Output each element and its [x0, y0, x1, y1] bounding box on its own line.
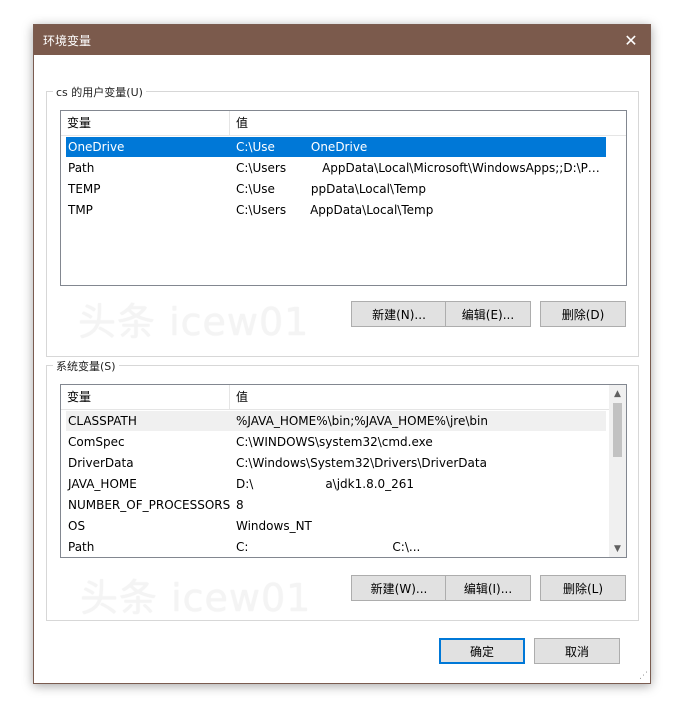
variable-name: ComSpec — [68, 435, 125, 449]
column-header-value[interactable]: 值 — [230, 111, 610, 135]
scroll-thumb[interactable] — [613, 403, 622, 457]
system-edit-button[interactable]: 编辑(I)... — [445, 575, 531, 601]
system-list-header: 变量 值 — [61, 385, 609, 410]
table-row[interactable]: DriverData C:\Windows\System32\Drivers\Dr… — [66, 453, 606, 473]
table-row[interactable]: OneDrive C:\Use OneDrive — [66, 137, 606, 157]
column-header-value[interactable]: 值 — [230, 385, 610, 409]
ok-button[interactable]: 确定 — [439, 638, 525, 664]
variable-value: C:\Users AppData\Local\Temp — [236, 203, 434, 217]
variable-value: C:\WINDOWS\system32\cmd.exe — [236, 435, 433, 449]
user-edit-button[interactable]: 编辑(E)... — [445, 301, 531, 327]
close-icon: ✕ — [624, 30, 638, 50]
variable-name: DriverData — [68, 456, 134, 470]
variable-name: TMP — [68, 203, 93, 217]
scroll-down-icon[interactable]: ▼ — [609, 540, 626, 557]
user-list-header: 变量 值 — [61, 111, 626, 136]
column-header-name[interactable]: 变量 — [61, 111, 230, 135]
system-variables-list[interactable]: 变量 值 CLASSPATH %JAVA_HOME%\bin;%JAVA_HOME… — [60, 384, 627, 558]
table-row[interactable]: JAVA_HOME D:\ a\jdk1.8.0_261 — [66, 474, 606, 494]
cancel-button[interactable]: 取消 — [534, 638, 620, 664]
variable-value: C:\Use ppData\Local\Temp — [236, 182, 426, 196]
column-header-name[interactable]: 变量 — [61, 385, 230, 409]
variable-value: C:\Users AppData\Local\Microsoft\Windows… — [236, 161, 604, 175]
system-new-button[interactable]: 新建(W)... — [351, 575, 447, 601]
resize-grip-icon[interactable]: ⋰ — [639, 671, 648, 681]
variable-value: C:\Use OneDrive — [236, 140, 368, 154]
system-list-scrollbar[interactable]: ▲ ▼ — [609, 385, 626, 557]
user-delete-button[interactable]: 删除(D) — [540, 301, 626, 327]
table-row[interactable]: TEMP C:\Use ppData\Local\Temp — [66, 179, 606, 199]
variable-value: D:\ a\jdk1.8.0_261 — [236, 477, 415, 491]
title-bar[interactable]: 环境变量 ✕ — [34, 25, 650, 55]
table-row[interactable]: NUMBER_OF_PROCESSORS 8 — [66, 495, 606, 515]
variable-name: JAVA_HOME — [68, 477, 137, 491]
variable-value: %JAVA_HOME%\bin;%JAVA_HOME%\jre\bin — [236, 414, 488, 428]
variable-name: Path — [68, 161, 95, 175]
user-new-button[interactable]: 新建(N)... — [351, 301, 447, 327]
table-row[interactable]: CLASSPATH %JAVA_HOME%\bin;%JAVA_HOME%\jre… — [66, 411, 606, 431]
variable-name: CLASSPATH — [68, 414, 137, 428]
table-row[interactable]: OS Windows_NT — [66, 516, 606, 536]
variable-name: NUMBER_OF_PROCESSORS — [68, 498, 231, 512]
variable-value: 8 — [236, 498, 244, 512]
variable-value: Windows_NT — [236, 519, 312, 533]
variable-name: OneDrive — [68, 140, 125, 154]
variable-value: C:\Windows\System32\Drivers\DriverData — [236, 456, 487, 470]
table-row[interactable]: Path C: C:\... — [66, 537, 606, 557]
user-variables-list[interactable]: 变量 值 OneDrive C:\Use OneDrive Path C:\Users… — [60, 110, 627, 286]
user-variables-label: cs 的用户变量(U) — [53, 84, 146, 100]
variable-value: C: C:\... — [236, 540, 421, 554]
watermark: 头条 icew01 — [78, 300, 310, 344]
scroll-up-icon[interactable]: ▲ — [609, 385, 626, 402]
watermark: 头条 icew01 — [80, 576, 312, 620]
table-row[interactable]: Path C:\Users AppData\Local\Microsoft\Win… — [66, 158, 606, 178]
window-title: 环境变量 — [43, 34, 92, 48]
system-delete-button[interactable]: 删除(L) — [540, 575, 626, 601]
system-variables-label: 系统变量(S) — [53, 358, 119, 374]
table-row[interactable]: ComSpec C:\WINDOWS\system32\cmd.exe — [66, 432, 606, 452]
variable-name: OS — [68, 519, 86, 533]
variable-name: TEMP — [68, 182, 101, 196]
variable-name: Path — [68, 540, 95, 554]
table-row[interactable]: TMP C:\Users AppData\Local\Temp — [66, 200, 606, 220]
environment-variables-dialog: 环境变量 ✕ cs 的用户变量(U) 变量 值 OneDrive C:\Use O… — [33, 24, 651, 684]
close-button[interactable]: ✕ — [612, 25, 650, 55]
